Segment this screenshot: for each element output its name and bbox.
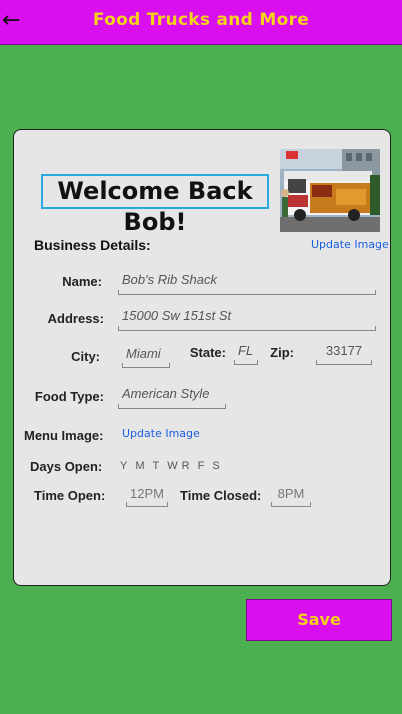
menu-image-label: Menu Image:: [24, 428, 104, 443]
day-toggle-tuesday[interactable]: T: [153, 460, 160, 472]
time-open-field[interactable]: 12PM: [126, 485, 168, 507]
time-closed-label: Time Closed:: [180, 488, 262, 503]
name-label: Name:: [62, 274, 102, 289]
zip-label: Zip:: [270, 345, 294, 360]
state-label: State:: [189, 345, 226, 360]
day-toggle-thursday[interactable]: R: [182, 460, 190, 472]
day-toggle-friday[interactable]: F: [198, 460, 205, 472]
name-field[interactable]: Bob's Rib Shack: [118, 271, 376, 295]
day-toggle-sunday[interactable]: Y: [120, 460, 127, 472]
welcome-heading: Welcome Back Bob!: [41, 174, 269, 236]
update-image-link[interactable]: Update Image: [311, 238, 389, 251]
time-closed-field[interactable]: 8PM: [271, 485, 311, 507]
days-open-label: Days Open:: [30, 459, 103, 474]
day-toggle-monday[interactable]: M: [135, 460, 144, 472]
city-field[interactable]: Miami: [122, 345, 170, 368]
food-type-field[interactable]: American Style: [118, 385, 226, 409]
address-field[interactable]: 15000 Sw 151st St: [118, 307, 376, 331]
business-details-card: Welcome Back Bob! Update Image Business …: [13, 129, 391, 586]
city-label: City:: [71, 349, 100, 364]
days-open-selector: Y M T W R F S: [120, 460, 220, 472]
top-app-bar: ← Food Trucks and More: [0, 0, 402, 45]
day-toggle-wednesday[interactable]: W: [167, 460, 177, 472]
time-open-label: Time Open:: [34, 488, 106, 503]
state-field[interactable]: FL: [234, 342, 258, 365]
day-toggle-saturday[interactable]: S: [212, 460, 219, 472]
zip-field[interactable]: 33177: [316, 342, 372, 365]
address-label: Address:: [47, 311, 104, 326]
food-type-label: Food Type:: [34, 389, 104, 404]
food-truck-photo: [280, 149, 380, 232]
app-title: Food Trucks and More: [92, 10, 310, 30]
menu-update-image-link[interactable]: Update Image: [122, 427, 200, 440]
save-button[interactable]: Save: [246, 599, 392, 641]
business-details-title: Business Details:: [34, 237, 151, 253]
